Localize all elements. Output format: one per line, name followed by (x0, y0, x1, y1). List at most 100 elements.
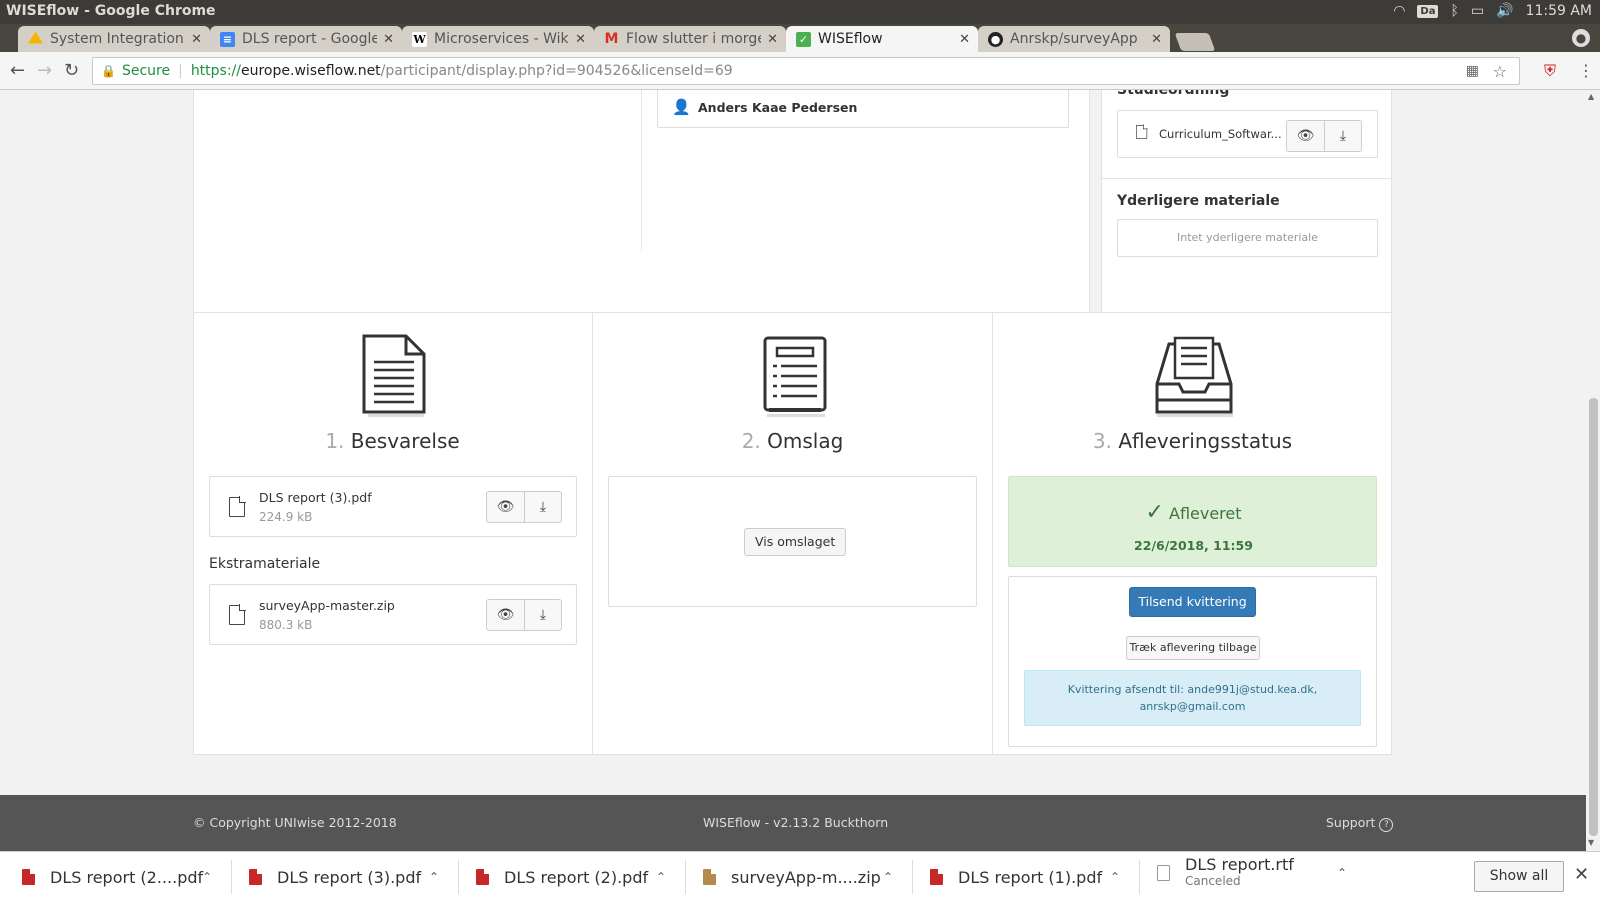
divider (912, 860, 913, 894)
file-icon (229, 604, 246, 625)
extension-icon[interactable]: ⛨ (1544, 61, 1556, 81)
extra-material-label: Ekstramateriale (209, 556, 321, 572)
close-icon[interactable]: ✕ (383, 32, 394, 47)
person-name: Anders Kaae Pedersen (698, 100, 858, 115)
download-name: DLS report (3).pdf (277, 867, 422, 887)
close-icon[interactable]: ✕ (767, 32, 778, 47)
download-item[interactable]: DLS report (1).pdf ⌃ (930, 862, 1130, 892)
scrollbar-thumb[interactable] (1589, 398, 1598, 836)
tab-label: DLS report - Google (242, 31, 378, 47)
secure-label: Secure (121, 63, 171, 79)
person-row: 👤 Anders Kaae Pedersen (657, 90, 1069, 128)
receipt-info: Kvittering afsendt til: ande991j@stud.ke… (1024, 670, 1361, 726)
tab-label: System Integration (50, 31, 184, 47)
status-label: Afleveret (1169, 504, 1242, 523)
close-icon[interactable]: ✕ (1151, 32, 1162, 47)
receipt-info-line: Kvittering afsendt til: ande991j@stud.ke… (1067, 683, 1318, 696)
menu-icon[interactable]: ⋮ (1578, 61, 1594, 80)
url-path: /participant/display.php?id=904526&licen… (380, 63, 733, 79)
url-scheme: https:// (190, 63, 241, 79)
clock[interactable]: 11:59 AM (1526, 3, 1592, 19)
pdf-file-icon (476, 869, 489, 885)
download-name: DLS report (2....pdf (50, 867, 204, 887)
tab-wiseflow[interactable]: ✓ WISEflow ✕ (786, 26, 978, 52)
download-item[interactable]: surveyApp-m....zip ⌃ (703, 862, 903, 892)
tab-label: Flow slutter i morge (626, 31, 762, 47)
close-icon[interactable]: ✕ (1574, 864, 1589, 885)
show-all-downloads-button[interactable]: Show all (1474, 861, 1564, 892)
eye-icon[interactable]: 👁 (487, 492, 524, 522)
step-3-title: 3. Afleveringsstatus (993, 429, 1392, 453)
chevron-up-icon[interactable]: ⌃ (202, 870, 212, 884)
curriculum-actions: 👁 ⤓ (1286, 120, 1362, 152)
address-bar[interactable]: 🔒 Secure | https:// europe.wiseflow.net … (92, 57, 1520, 85)
browser-toolbar: ← → ↻ 🔒 Secure | https:// europe.wiseflo… (0, 52, 1600, 90)
forward-icon[interactable]: → (37, 60, 52, 81)
chevron-up-icon[interactable]: ⌃ (1110, 870, 1120, 884)
close-icon[interactable]: ✕ (959, 32, 970, 47)
extra-material-heading: Yderligere materiale (1117, 193, 1280, 209)
wiseflow-icon: ✓ (796, 31, 811, 47)
download-item[interactable]: DLS report.rtf Canceled ⌃ (1157, 856, 1357, 890)
scroll-down-icon[interactable]: ▼ (1588, 838, 1594, 847)
tab-github[interactable]: ● Anrskp/surveyApp ✕ (978, 26, 1170, 52)
download-name: DLS report (1).pdf (958, 867, 1103, 887)
withdraw-submission-button[interactable]: Træk aflevering tilbage (1126, 636, 1260, 660)
tab-gmail[interactable]: M Flow slutter i morge ✕ (594, 26, 786, 52)
close-icon[interactable]: ✕ (575, 32, 586, 47)
chevron-up-icon[interactable]: ⌃ (656, 870, 666, 884)
download-icon[interactable]: ⤓ (1324, 121, 1361, 151)
github-icon: ● (988, 31, 1003, 47)
download-status: Canceled (1185, 874, 1241, 888)
main-file-size: 224.9 kB (259, 510, 313, 524)
chevron-up-icon[interactable]: ⌃ (429, 870, 439, 884)
tab-dls-report[interactable]: ≡ DLS report - Google ✕ (210, 26, 402, 52)
status-success-box: ✓ Afleveret 22/6/2018, 11:59 (1008, 476, 1377, 567)
status-datetime: 22/6/2018, 11:59 (1134, 538, 1253, 553)
profile-icon[interactable]: ● (1572, 29, 1590, 47)
download-item[interactable]: DLS report (2....pdf ⌃ (22, 862, 222, 892)
support-label: Support (1326, 815, 1376, 830)
inbox-tray-icon (1155, 336, 1233, 417)
step-2-title: 2. Omslag (593, 429, 992, 453)
back-icon[interactable]: ← (10, 60, 25, 81)
chevron-up-icon[interactable]: ⌃ (883, 870, 893, 884)
drive-icon (28, 31, 43, 44)
eye-icon[interactable]: 👁 (487, 600, 524, 630)
show-cover-button[interactable]: Vis omslaget (744, 528, 847, 556)
reload-icon[interactable]: ↻ (64, 60, 79, 81)
bookmark-star-icon[interactable]: ☆ (1493, 62, 1507, 81)
keyboard-layout-indicator[interactable]: Da (1417, 4, 1439, 18)
battery-icon[interactable]: ▭ (1471, 3, 1484, 19)
volume-icon[interactable]: 🔊 (1496, 3, 1513, 19)
bluetooth-icon[interactable]: ᛒ (1450, 3, 1458, 19)
eye-icon[interactable]: 👁 (1287, 121, 1324, 151)
curriculum-file-name: Curriculum_Softwar... (1159, 127, 1282, 141)
download-item[interactable]: DLS report (2).pdf ⌃ (476, 862, 676, 892)
close-icon[interactable]: ✕ (191, 32, 202, 47)
step-number: 1. (325, 429, 345, 453)
download-icon[interactable]: ⤓ (524, 600, 561, 630)
support-link[interactable]: Support ? (1326, 815, 1394, 832)
lock-icon: 🔒 (101, 64, 116, 78)
send-receipt-button[interactable]: Tilsend kvittering (1129, 587, 1256, 617)
chevron-up-icon[interactable]: ⌃ (1337, 866, 1347, 880)
tab-system-integration[interactable]: System Integration ✕ (18, 26, 210, 52)
extra-file-row: surveyApp-master.zip 880.3 kB 👁 ⤓ (209, 584, 577, 645)
wifi-icon[interactable]: ◠ (1393, 3, 1405, 19)
extra-file-name[interactable]: surveyApp-master.zip (259, 598, 395, 613)
translate-icon[interactable]: ▦ (1466, 63, 1479, 79)
download-icon[interactable]: ⤓ (524, 492, 561, 522)
new-tab-button[interactable] (1174, 33, 1216, 51)
help-icon: ? (1379, 818, 1394, 832)
studieordning-heading: Studieordning (1117, 90, 1230, 98)
window-title: WISEflow - Google Chrome (6, 3, 216, 19)
main-file-name[interactable]: DLS report (3).pdf (259, 490, 372, 505)
tab-microservices[interactable]: W Microservices - Wiki ✕ (402, 26, 594, 52)
scroll-up-icon[interactable]: ▲ (1588, 92, 1594, 101)
receipt-box: Tilsend kvittering Træk aflevering tilba… (1008, 576, 1377, 747)
download-item[interactable]: DLS report (3).pdf ⌃ (249, 862, 449, 892)
extra-material-empty: Intet yderligere materiale (1117, 219, 1378, 257)
submission-columns: 1. Besvarelse DLS report (3).pdf 224.9 k… (193, 312, 1392, 755)
download-text: DLS report.rtf Canceled (1185, 856, 1294, 890)
